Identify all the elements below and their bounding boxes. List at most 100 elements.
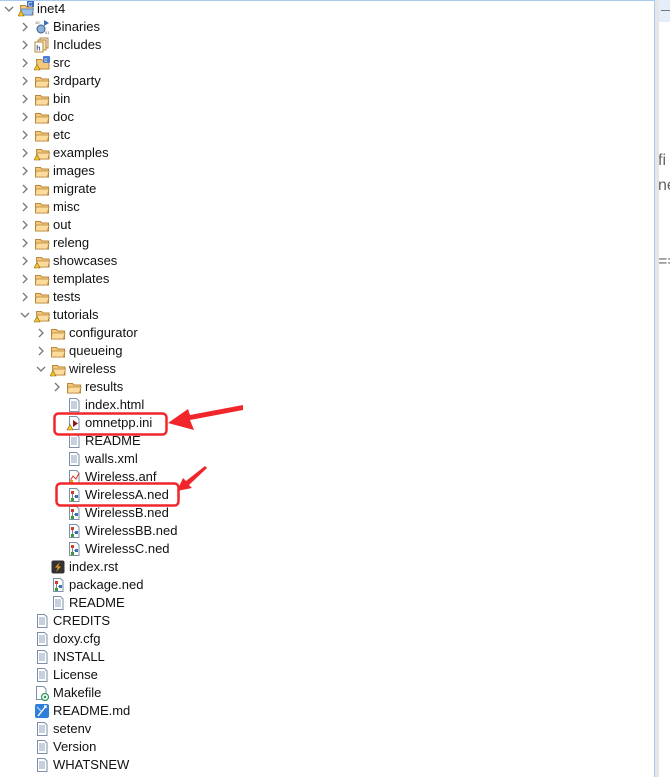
text-file-icon bbox=[34, 649, 50, 665]
minimize-icon[interactable] bbox=[661, 10, 670, 11]
tree-item-folder[interactable]: queueing bbox=[0, 342, 654, 360]
svg-text:01: 01 bbox=[45, 30, 50, 35]
chevron-down-icon[interactable] bbox=[3, 3, 15, 15]
tree-item-label: index.rst bbox=[69, 559, 119, 574]
tree-item-label: README.md bbox=[53, 703, 131, 718]
tree-item-file[interactable]: walls.xml bbox=[0, 450, 654, 468]
tree-item-label: images bbox=[53, 163, 95, 178]
folder-warning-icon bbox=[33, 145, 51, 161]
tree-item-file[interactable]: WHATSNEW bbox=[0, 756, 654, 774]
tree-item-folder[interactable]: templates bbox=[0, 270, 654, 288]
tree-item-file[interactable]: WirelessBB.ned bbox=[0, 522, 654, 540]
chevron-right-icon[interactable] bbox=[35, 327, 47, 339]
tree-item-label: releng bbox=[53, 235, 90, 250]
tree-item-folder[interactable]: images bbox=[0, 162, 654, 180]
tree-item-file[interactable]: index.rst bbox=[0, 558, 654, 576]
tree-item-folder[interactable]: c src bbox=[0, 54, 654, 72]
tree-item-label: out bbox=[53, 217, 72, 232]
tree-item-label: wireless bbox=[69, 361, 116, 376]
chevron-right-icon[interactable] bbox=[19, 273, 31, 285]
tree-item-folder[interactable]: doc bbox=[0, 108, 654, 126]
chevron-right-icon[interactable] bbox=[19, 237, 31, 249]
binaries-icon: 10 01 bbox=[34, 19, 50, 35]
tree-item-file[interactable]: index.html bbox=[0, 396, 654, 414]
tree-item-folder[interactable]: tutorials bbox=[0, 306, 654, 324]
chevron-down-icon[interactable] bbox=[35, 363, 47, 375]
rst-file-icon bbox=[50, 559, 66, 575]
tree-item-folder[interactable]: showcases bbox=[0, 252, 654, 270]
tree-item-folder[interactable]: tests bbox=[0, 288, 654, 306]
chevron-down-icon[interactable] bbox=[19, 309, 31, 321]
tree-item-file[interactable]: README bbox=[0, 594, 654, 612]
tree-item-folder[interactable]: Cinet4 bbox=[0, 0, 654, 18]
editor-text-fragment: == bbox=[659, 253, 670, 270]
tree-item-file[interactable]: Version bbox=[0, 738, 654, 756]
folder-icon bbox=[34, 127, 50, 143]
tree-item-file[interactable]: INSTALL bbox=[0, 648, 654, 666]
folder-icon bbox=[66, 379, 82, 395]
tree-item-label: Binaries bbox=[53, 19, 100, 34]
tree-item-file[interactable]: Makefile bbox=[0, 684, 654, 702]
tree-item-folder[interactable]: results bbox=[0, 378, 654, 396]
chevron-right-icon[interactable] bbox=[19, 291, 31, 303]
tree-item-file[interactable]: Wireless.anf bbox=[0, 468, 654, 486]
chevron-right-icon[interactable] bbox=[51, 381, 63, 393]
tree-item-label: queueing bbox=[69, 343, 123, 358]
text-file-icon bbox=[66, 451, 82, 467]
tree-item-file[interactable]: README.md bbox=[0, 702, 654, 720]
chevron-right-icon[interactable] bbox=[19, 129, 31, 141]
chevron-right-icon[interactable] bbox=[19, 57, 31, 69]
tree-item-folder[interactable]: wireless bbox=[0, 360, 654, 378]
source-folder-icon: c bbox=[33, 55, 50, 71]
tree-item-folder[interactable]: 10 01 Binaries bbox=[0, 18, 654, 36]
tree-item-label: omnetpp.ini bbox=[85, 415, 153, 430]
tree-item-folder[interactable]: configurator bbox=[0, 324, 654, 342]
tree-item-folder[interactable]: releng bbox=[0, 234, 654, 252]
tree-item-label: inet4 bbox=[37, 1, 66, 16]
tree-item-label: doxy.cfg bbox=[53, 631, 101, 646]
tree-item-label: 3rdparty bbox=[53, 73, 101, 88]
chevron-right-icon[interactable] bbox=[19, 147, 31, 159]
tree-item-file[interactable]: License bbox=[0, 666, 654, 684]
chevron-right-icon[interactable] bbox=[19, 111, 31, 123]
tree-item-folder[interactable]: out bbox=[0, 216, 654, 234]
tree-item-folder[interactable]: misc bbox=[0, 198, 654, 216]
tree-item-file[interactable]: WirelessC.ned bbox=[0, 540, 654, 558]
chevron-right-icon[interactable] bbox=[19, 39, 31, 51]
chevron-right-icon[interactable] bbox=[19, 219, 31, 231]
chevron-right-icon[interactable] bbox=[19, 255, 31, 267]
chevron-right-icon[interactable] bbox=[19, 183, 31, 195]
svg-text:C: C bbox=[28, 3, 33, 9]
tree-item-file[interactable]: omnetpp.ini bbox=[0, 414, 654, 432]
tree-item-file[interactable]: package.ned bbox=[0, 576, 654, 594]
chevron-right-icon[interactable] bbox=[19, 165, 31, 177]
tree-item-folder[interactable]: etc bbox=[0, 126, 654, 144]
tree-item-file[interactable]: setenv bbox=[0, 720, 654, 738]
tree-item-folder[interactable]: h Includes bbox=[0, 36, 654, 54]
tree-item-label: Includes bbox=[53, 37, 102, 52]
tree-item-label: walls.xml bbox=[85, 451, 138, 466]
tree-item-file[interactable]: README bbox=[0, 432, 654, 450]
tree-item-label: tests bbox=[53, 289, 81, 304]
tree-item-file[interactable]: CREDITS bbox=[0, 612, 654, 630]
includes-icon: h bbox=[34, 37, 50, 53]
tree-item-label: templates bbox=[53, 271, 110, 286]
tree-item-folder[interactable]: migrate bbox=[0, 180, 654, 198]
tree-item-folder[interactable]: 3rdparty bbox=[0, 72, 654, 90]
editor-tab[interactable] bbox=[659, 0, 670, 22]
folder-icon bbox=[50, 343, 66, 359]
chevron-right-icon[interactable] bbox=[35, 345, 47, 357]
tree-item-file[interactable]: WirelessB.ned bbox=[0, 504, 654, 522]
folder-icon bbox=[34, 91, 50, 107]
tree-item-file[interactable]: WirelessA.ned bbox=[0, 486, 654, 504]
tree-item-folder[interactable]: examples bbox=[0, 144, 654, 162]
tree-item-label: results bbox=[85, 379, 124, 394]
tree-item-label: Makefile bbox=[53, 685, 102, 700]
text-file-icon bbox=[66, 433, 82, 449]
tree-item-folder[interactable]: bin bbox=[0, 90, 654, 108]
chevron-right-icon[interactable] bbox=[19, 93, 31, 105]
chevron-right-icon[interactable] bbox=[19, 21, 31, 33]
tree-item-file[interactable]: doxy.cfg bbox=[0, 630, 654, 648]
chevron-right-icon[interactable] bbox=[19, 201, 31, 213]
chevron-right-icon[interactable] bbox=[19, 75, 31, 87]
